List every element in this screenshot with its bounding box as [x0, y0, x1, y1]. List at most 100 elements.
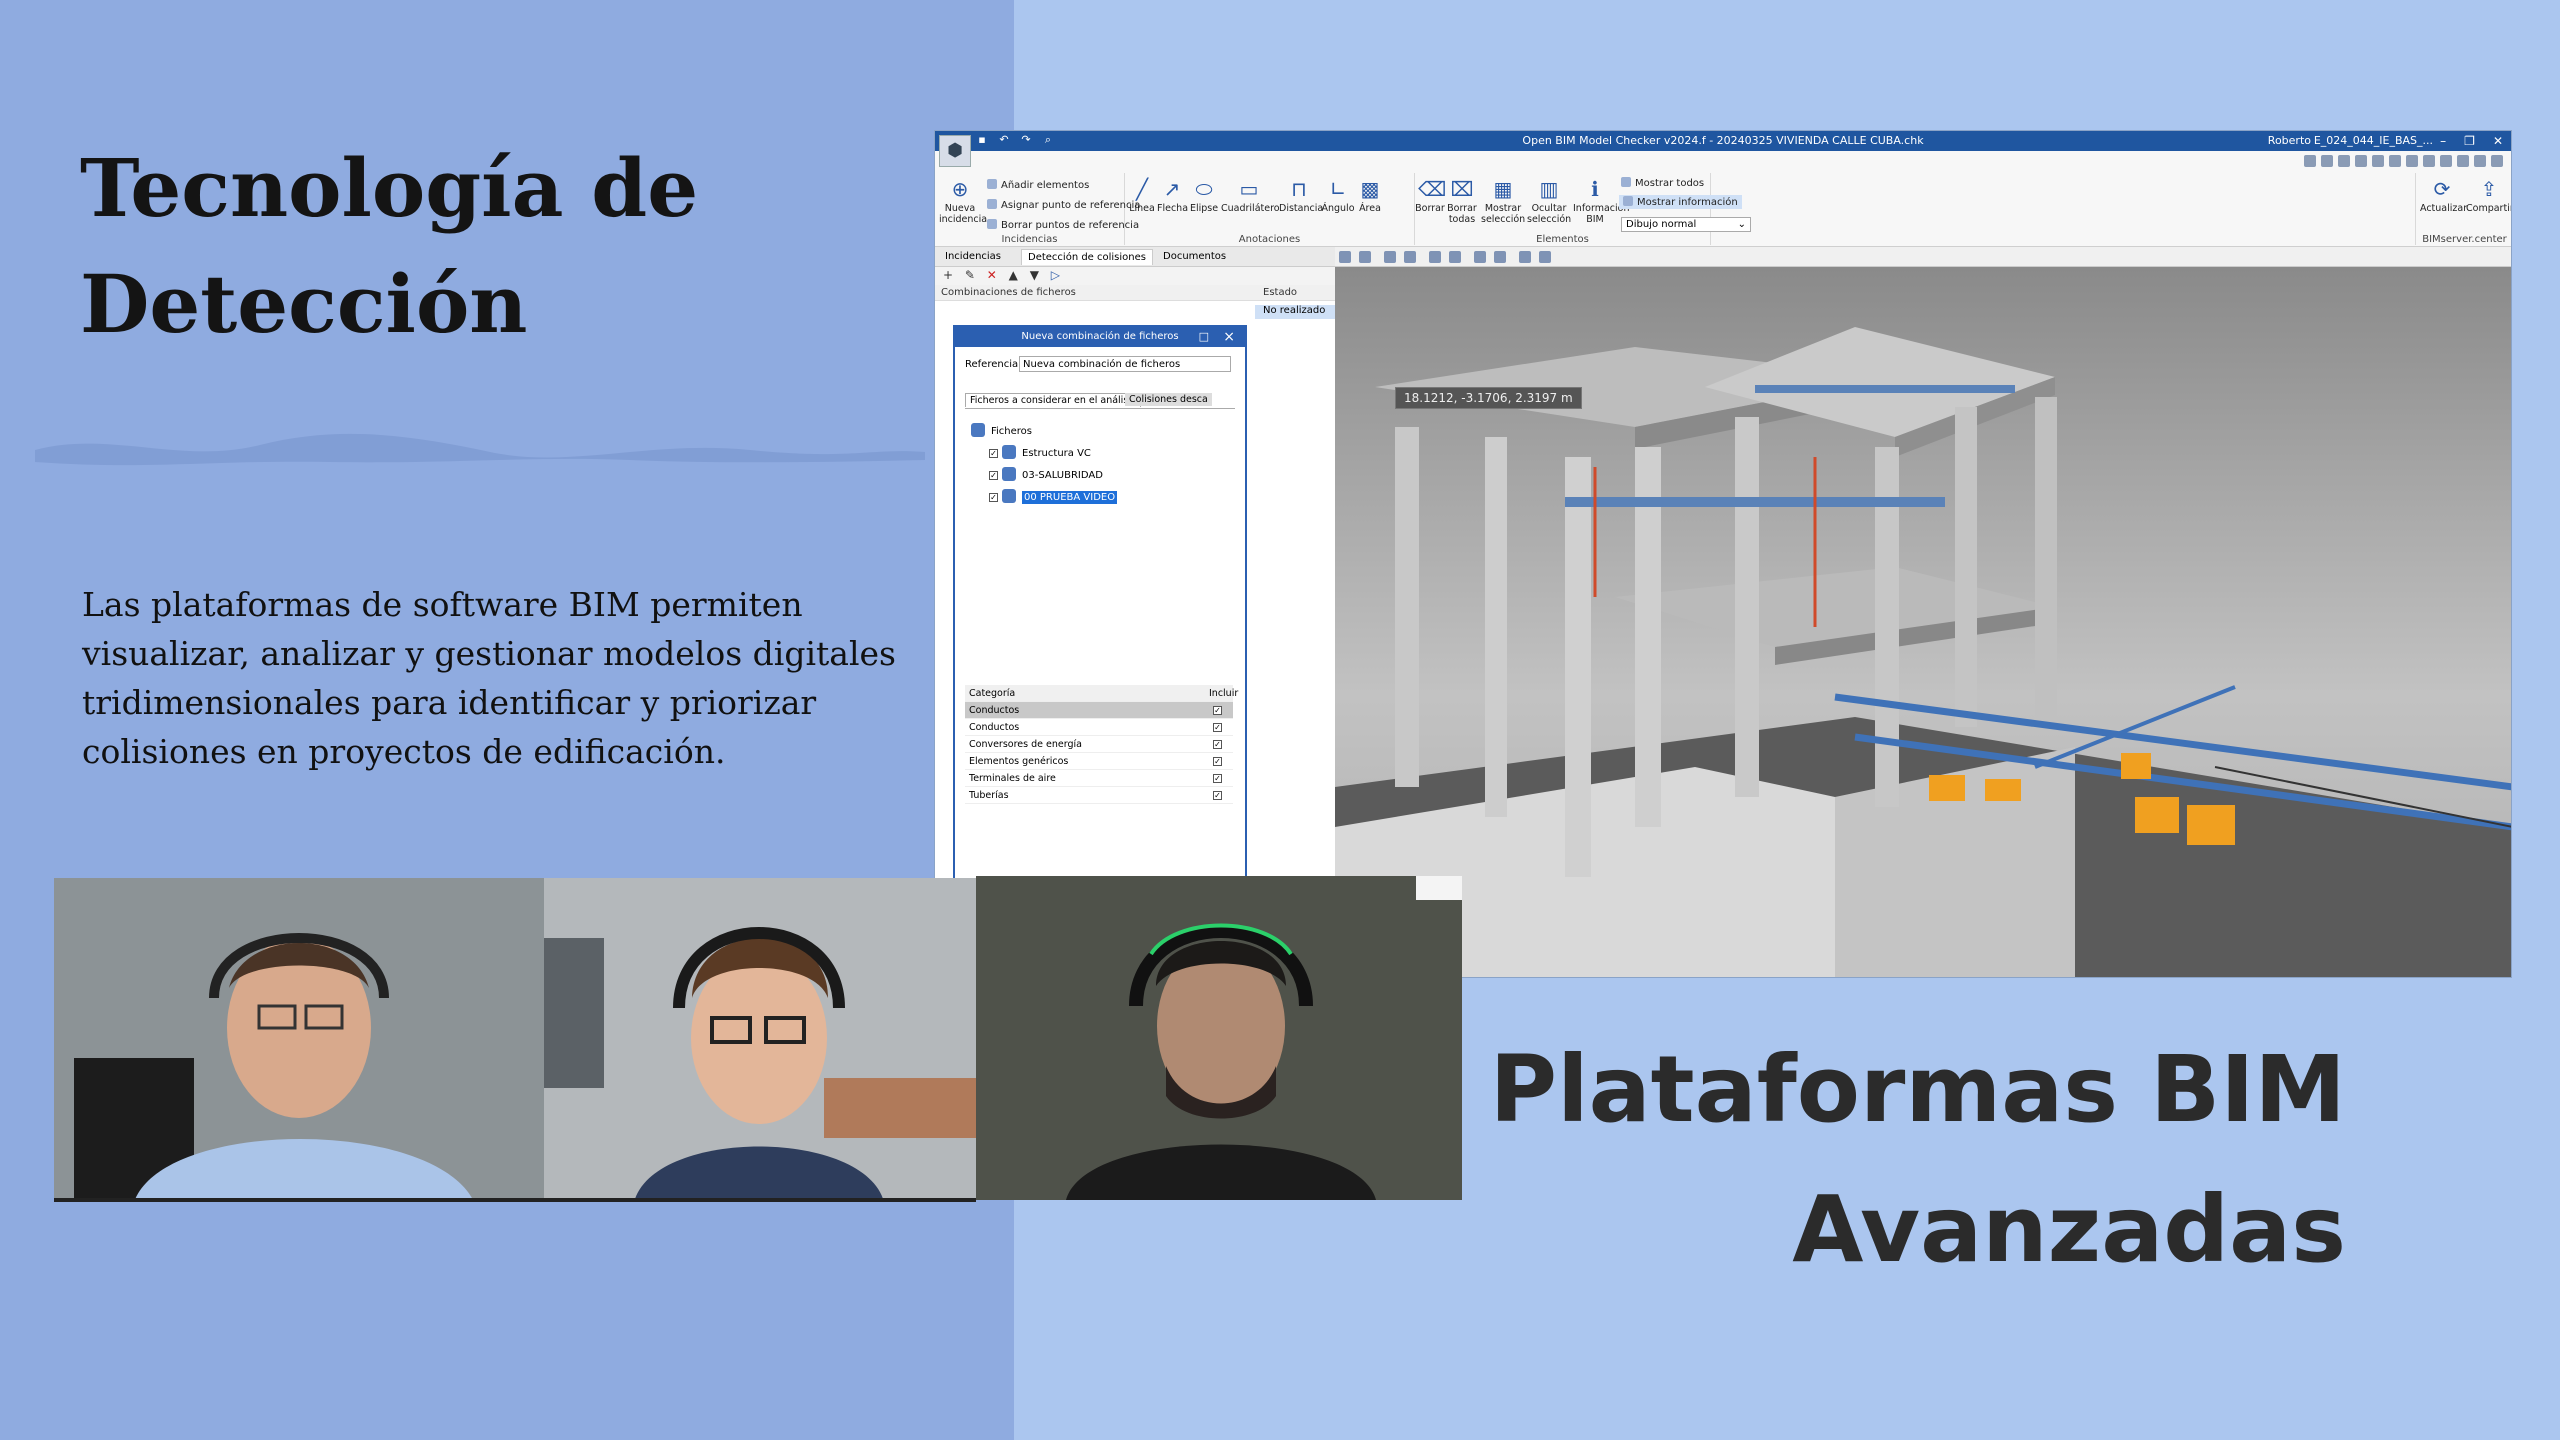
table-row[interactable]: Conductos ✓	[965, 702, 1233, 719]
arrow-icon: ↗	[1163, 177, 1181, 201]
info-icon: ℹ	[1591, 177, 1599, 201]
tool-icon[interactable]	[1539, 251, 1552, 263]
ribbon: ⊕ Nueva incidencia Añadir elementos Asig…	[935, 151, 2511, 247]
group-bimserver: ⟳ Actualizar ⇪ Compartir BIMserver.center	[2415, 173, 2512, 245]
tool-icon[interactable]	[1519, 251, 1532, 263]
file-badge[interactable]: E_024_044_IE_BAS_...	[2314, 131, 2433, 151]
cat-label: Conductos	[969, 722, 1020, 733]
view-icon[interactable]	[2457, 155, 2469, 167]
checkbox[interactable]: ✓	[1213, 740, 1222, 749]
mostrar-informacion-button[interactable]: Mostrar información	[1619, 195, 1742, 209]
cuadrilatero-label: Cuadrilátero	[1221, 203, 1280, 214]
tab-incidencias[interactable]: Incidencias	[939, 249, 1007, 264]
tree-root[interactable]: Ficheros	[971, 421, 1117, 443]
view-icon[interactable]	[2440, 155, 2452, 167]
delete-icon[interactable]: ✕	[987, 268, 997, 282]
table-row[interactable]: Terminales de aire ✓	[965, 770, 1233, 787]
tool-icon[interactable]	[1474, 251, 1487, 263]
tool-icon[interactable]	[1359, 251, 1371, 263]
tab-documentos[interactable]: Documentos	[1157, 249, 1232, 264]
actualizar-button[interactable]: ⟳ Actualizar	[2420, 177, 2467, 214]
view-icon[interactable]	[2491, 155, 2503, 167]
elipse-button[interactable]: ⬭ Elipse	[1189, 177, 1219, 214]
nueva-incidencia-button[interactable]: ⊕ Nueva incidencia	[939, 177, 987, 225]
checkbox[interactable]: ✓	[1213, 757, 1222, 766]
headline: Tecnología de Detección	[80, 130, 980, 362]
view-icon[interactable]	[2406, 155, 2418, 167]
ocultar-seleccion-button[interactable]: ▥ Ocultar selección	[1527, 177, 1571, 225]
view-icon[interactable]	[2389, 155, 2401, 167]
status-cell[interactable]: No realizado	[1255, 305, 1335, 319]
checkbox[interactable]: ✓	[989, 449, 998, 458]
asignar-punto-button[interactable]: Asignar punto de referencia	[987, 199, 1140, 211]
checkbox[interactable]: ✓	[1213, 774, 1222, 783]
anadir-elementos-button[interactable]: Añadir elementos	[987, 179, 1089, 191]
close-icon[interactable]: ×	[1223, 327, 1235, 347]
flecha-button[interactable]: ↗ Flecha	[1157, 177, 1188, 214]
checkbox[interactable]: ✓	[1213, 723, 1222, 732]
borrar-button[interactable]: ⌫ Borrar	[1415, 177, 1447, 214]
restore-icon[interactable]: ❐	[2464, 131, 2475, 151]
tool-icon[interactable]	[1494, 251, 1507, 263]
view-icon[interactable]	[2474, 155, 2486, 167]
mostrar-seleccion-button[interactable]: ▦ Mostrar selección	[1481, 177, 1525, 225]
tab-colisiones[interactable]: Colisiones desca	[1125, 393, 1212, 406]
maximize-icon[interactable]: □	[1199, 327, 1209, 347]
tree-item[interactable]: ✓ 00 PRUEBA VIDEO	[971, 487, 1118, 509]
close-icon[interactable]: ✕	[2493, 131, 2503, 151]
checkbox[interactable]: ✓	[989, 471, 998, 480]
checkbox[interactable]: ✓	[1213, 706, 1222, 715]
new-incident-icon: ⊕	[951, 177, 969, 201]
view-icon[interactable]	[2355, 155, 2367, 167]
eraser-icon: ⌫	[1418, 177, 1447, 201]
tool-icon[interactable]	[1339, 251, 1351, 263]
tab-ficheros[interactable]: Ficheros a considerar en el análisis	[965, 393, 1141, 407]
reference-input[interactable]	[1019, 356, 1231, 372]
distancia-button[interactable]: ⊓ Distancia	[1279, 177, 1323, 214]
view-icon[interactable]	[2304, 155, 2316, 167]
area-button[interactable]: ▩ Área	[1357, 177, 1383, 214]
move-up-icon[interactable]: ▲	[1009, 268, 1018, 282]
table-row[interactable]: Conductos ✓	[965, 719, 1233, 736]
tool-icon[interactable]	[1449, 251, 1462, 263]
3d-viewport[interactable]: 18.1212, -3.1706, 2.3197 m	[1335, 267, 2511, 977]
dibujo-select[interactable]: Dibujo normal ⌄	[1621, 217, 1751, 232]
user-name[interactable]: Roberto	[2268, 131, 2311, 151]
move-down-icon[interactable]: ▼	[1030, 268, 1039, 282]
table-row[interactable]: Conversores de energía ✓	[965, 736, 1233, 753]
table-row[interactable]: Tuberías ✓	[965, 787, 1233, 804]
edit-icon[interactable]: ✎	[965, 268, 975, 282]
view-icon[interactable]	[2372, 155, 2384, 167]
tool-icon[interactable]	[1404, 251, 1417, 263]
minimize-icon[interactable]: –	[2440, 131, 2446, 151]
add-icon	[987, 179, 997, 189]
mostrar-todos-button[interactable]: Mostrar todos	[1621, 177, 1704, 189]
compartir-button[interactable]: ⇪ Compartir	[2466, 177, 2512, 214]
play-icon[interactable]: ▷	[1051, 268, 1060, 282]
compartir-label: Compartir	[2466, 203, 2512, 214]
view-icon[interactable]	[2423, 155, 2435, 167]
view-icon[interactable]	[2321, 155, 2333, 167]
borrar-todas-button[interactable]: ⌧ Borrar todas	[1447, 177, 1477, 225]
cuadrilatero-button[interactable]: ▭ Cuadrilátero	[1221, 177, 1280, 214]
checkbox[interactable]: ✓	[1213, 791, 1222, 800]
angle-icon: ∟	[1329, 177, 1347, 201]
view-icon[interactable]	[2338, 155, 2350, 167]
add-icon[interactable]: +	[943, 268, 953, 282]
tool-icon[interactable]	[1384, 251, 1397, 263]
group-label-anotaciones: Anotaciones	[1238, 234, 1301, 245]
pin-icon	[987, 199, 997, 209]
checkbox[interactable]: ✓	[989, 493, 998, 502]
linea-button[interactable]: ╱ Línea	[1129, 177, 1155, 214]
left-panel-tabs: Incidencias Detección de colisiones Docu…	[935, 247, 1335, 267]
tool-icon[interactable]	[1429, 251, 1442, 263]
col-combinaciones: Combinaciones de ficheros	[941, 287, 1076, 298]
tree-item[interactable]: ✓ Estructura VC	[971, 443, 1117, 465]
tree-item[interactable]: ✓ 03-SALUBRIDAD	[971, 465, 1117, 487]
app-logo-icon[interactable]: ⬢	[939, 135, 971, 167]
table-row[interactable]: Elementos genéricos ✓	[965, 753, 1233, 770]
informacion-bim-button[interactable]: ℹ Información BIM	[1573, 177, 1630, 225]
borrar-puntos-button[interactable]: Borrar puntos de referencia	[987, 219, 1139, 231]
angulo-button[interactable]: ∟ Ángulo	[1321, 177, 1355, 214]
tab-deteccion-colisiones[interactable]: Detección de colisiones	[1021, 249, 1153, 265]
